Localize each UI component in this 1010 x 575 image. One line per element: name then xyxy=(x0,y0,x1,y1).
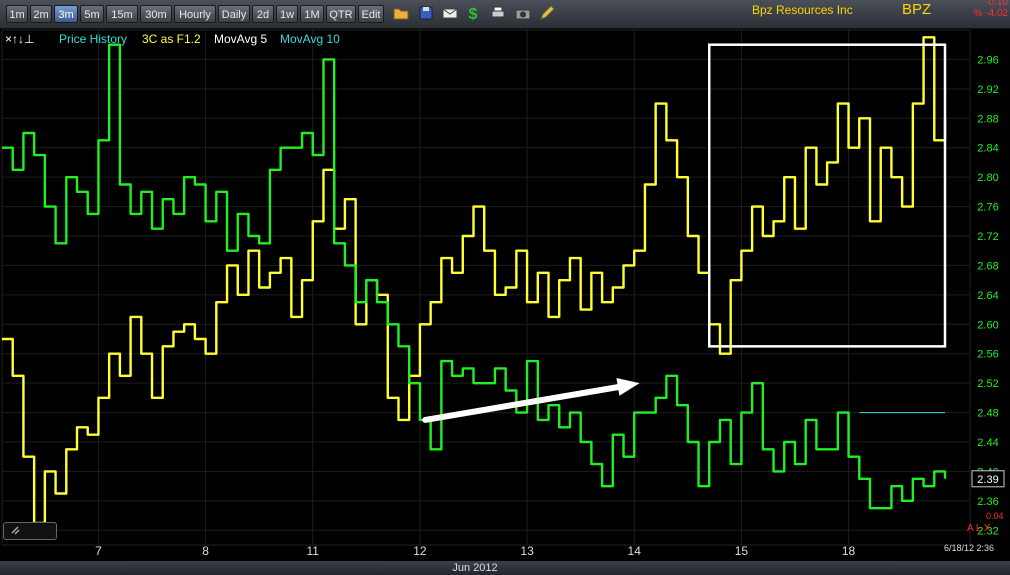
y-tick-label: 2.96 xyxy=(977,54,998,66)
y-tick-label: 2.80 xyxy=(977,172,998,184)
timeframe-button-1m[interactable]: 1M xyxy=(300,5,324,23)
series-line-1 xyxy=(2,36,947,525)
annotation-arrowhead xyxy=(616,377,640,396)
x-tick-label: 7 xyxy=(95,544,102,558)
price-change: -0.10 % -4.02 xyxy=(974,0,1008,19)
timeframe-button-2d[interactable]: 2d xyxy=(252,5,274,23)
x-tick-label: 14 xyxy=(628,544,642,558)
y-tick-label: 2.68 xyxy=(977,260,998,272)
y-tick-label: 2.72 xyxy=(977,231,998,243)
timeframe-button-qtr[interactable]: QTR xyxy=(326,5,356,23)
x-tick-label: 15 xyxy=(735,544,749,558)
y-tick-label: 2.36 xyxy=(977,496,998,508)
y-tick-label: 2.60 xyxy=(977,319,998,331)
y-tick-label: 2.56 xyxy=(977,349,998,361)
legend-movavg-10[interactable]: MovAvg 10 xyxy=(280,32,340,46)
timeframe-button-daily[interactable]: Daily xyxy=(218,5,250,23)
alert-tools[interactable]: A L X xyxy=(967,523,991,534)
y-tick-label: 2.76 xyxy=(977,202,998,214)
symbol-name: Bpz Resources Inc xyxy=(752,3,853,17)
timeframe-button-1m[interactable]: 1m xyxy=(6,5,28,23)
toolbar: 1m 2m 3m 5m 15m 30m Hourly Daily 2d 1w 1M QTR Edit $… xyxy=(0,0,1010,29)
timeframe-button-3m[interactable]: 3m xyxy=(54,5,78,23)
y-tick-label: 2.92 xyxy=(977,84,998,96)
svg-text:$: $ xyxy=(469,6,478,23)
x-tick-label: 8 xyxy=(202,544,209,558)
legend-movavg-5[interactable]: MovAvg 5 xyxy=(214,32,267,46)
annotation-box xyxy=(708,43,947,348)
x-tick-label: 18 xyxy=(842,544,856,558)
y-tick-label: 2.88 xyxy=(977,113,998,125)
x-tick-label: 12 xyxy=(413,544,427,558)
timeframe-button-2m[interactable]: 2m xyxy=(30,5,52,23)
print-icon[interactable] xyxy=(488,3,508,23)
series-line-2 xyxy=(2,43,947,510)
x-tick-label: 11 xyxy=(307,544,320,558)
timeframe-button-hourly[interactable]: Hourly xyxy=(174,5,216,23)
legend-arrow-controls[interactable]: ×↑↓⊥ xyxy=(5,32,34,46)
price-chart[interactable]: 2.322.362.402.442.482.522.562.602.642.68… xyxy=(0,28,1010,561)
y-tick-label: 2.44 xyxy=(977,437,998,449)
ticker-symbol: BPZ xyxy=(902,1,932,18)
timeframe-button-30m[interactable]: 30m xyxy=(140,5,172,23)
volume-scale-label: 0.04 xyxy=(986,511,1004,521)
price-change-percent: % -4.02 xyxy=(973,8,1008,19)
folder-icon[interactable] xyxy=(391,3,411,23)
mail-icon[interactable] xyxy=(440,3,460,23)
month-label: Jun 2012 xyxy=(452,562,498,574)
y-tick-label: 2.48 xyxy=(977,408,998,420)
date-bar: Jun 2012 xyxy=(0,561,1010,575)
y-tick-label: 2.84 xyxy=(977,143,998,155)
timeframe-button-edit[interactable]: Edit xyxy=(358,5,384,23)
chart-scroll-handle[interactable] xyxy=(3,522,57,540)
save-icon[interactable] xyxy=(416,3,436,23)
price-change-value: -0.10 xyxy=(985,0,1008,8)
timeframe-button-15m[interactable]: 15m xyxy=(106,5,138,23)
x-tick-label: 13 xyxy=(520,544,534,558)
y-tick-label: 2.52 xyxy=(977,378,998,390)
last-price-label: 2.39 xyxy=(977,474,998,486)
timeframe-button-1w[interactable]: 1w xyxy=(276,5,298,23)
pencil-icon[interactable] xyxy=(537,3,557,23)
drag-handle-icon xyxy=(11,526,20,535)
plot-area xyxy=(1,29,971,546)
legend-price-history[interactable]: Price History xyxy=(59,32,127,46)
timeframe-button-5m[interactable]: 5m xyxy=(80,5,104,23)
y-tick-label: 2.64 xyxy=(977,290,998,302)
camera-icon[interactable] xyxy=(513,3,533,23)
timestamp: 6/18/12 2:36 xyxy=(944,543,995,553)
legend-indicator[interactable]: 3C as F1.2 xyxy=(142,32,201,46)
dollar-icon[interactable]: $ xyxy=(463,3,483,23)
